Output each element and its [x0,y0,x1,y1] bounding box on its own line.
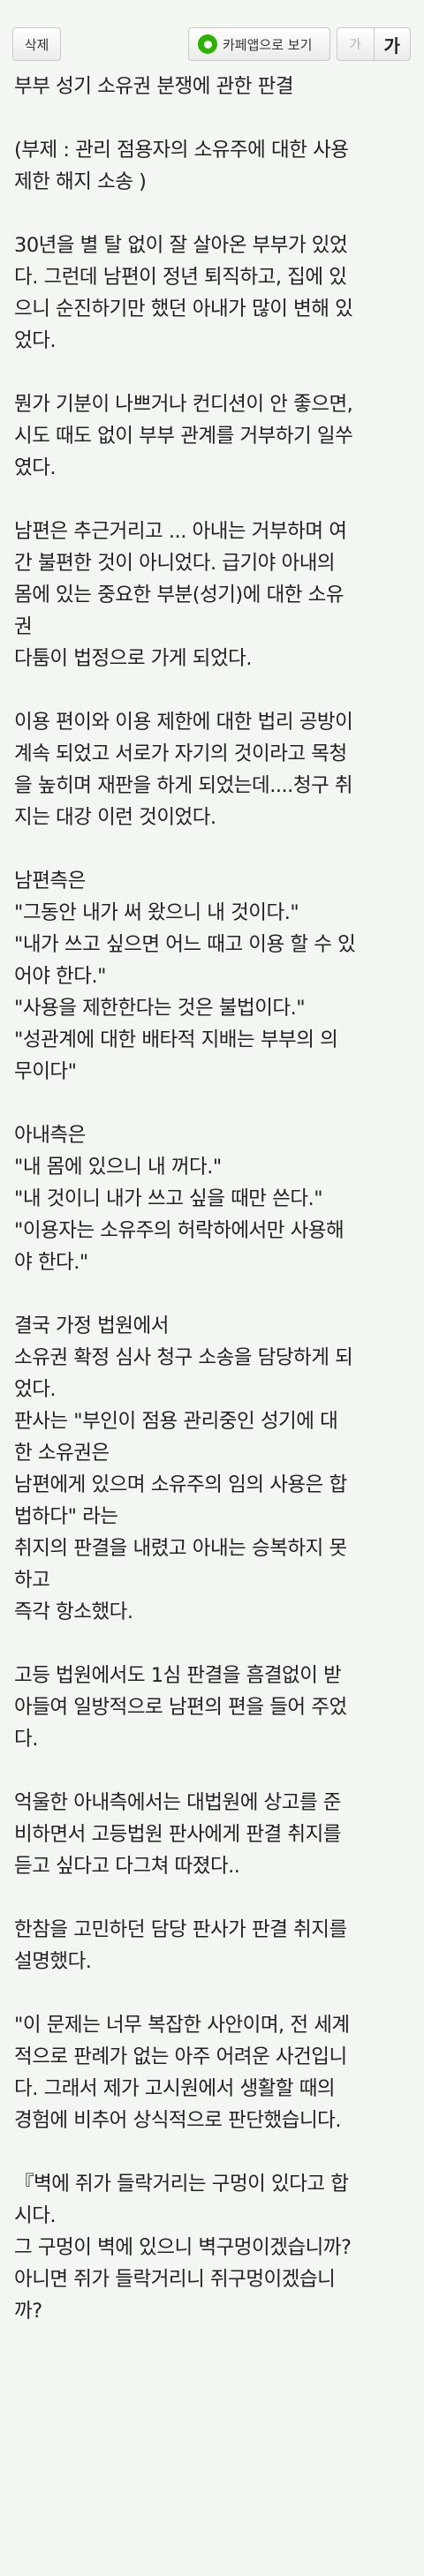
article-text-line: "사용을 제한한다는 것은 불법이다." [14,997,306,1020]
article-text-line: 한 소유권은 [14,1442,110,1465]
article-text-line: 『벽에 쥐가 들락거리는 구멍이 있다고 합 [14,2173,349,2196]
article-text-line: 남편은 추근거리고 ... 아내는 거부하며 여 [14,520,347,543]
font-size-small-label: 가 [349,38,361,52]
article-text-line: 계속 되었고 서로가 자기의 것이라고 목청 [14,742,347,765]
article-text-line: 듣고 싶다고 다그쳐 따졌다.. [14,1855,240,1878]
article-text-line: 뭔가 기분이 나쁘거나 컨디션이 안 좋으면, [14,393,353,416]
article-text-line: "이 문제는 너무 복잡한 사안이며, 전 세계 [14,2014,350,2037]
article-text-line: 비하면서 고등법원 판사에게 판결 취지를 [14,1823,342,1846]
article-text-line: 설명했다. [14,1950,92,1973]
article-text-line: 지는 대강 이런 것이었다. [14,806,216,829]
article-text-line: (부제 : 관리 점용자의 소유주에 대한 사용 [14,139,349,162]
delete-button[interactable]: 삭제 [12,27,61,61]
article-text-line: 제한 해지 소송 ) [14,170,147,193]
font-size-large-button[interactable]: 가 [375,28,411,60]
view-in-cafe-app-button[interactable]: 카페앱으로 보기 [188,27,330,61]
article-text-line: "내 몸에 있으니 내 꺼다." [14,1156,222,1179]
article-text-line: 남편에게 있으며 소유주의 임의 사용은 합 [14,1473,347,1496]
article-text-line: 어야 한다." [14,965,106,988]
article-text-line: 몸에 있는 중요한 부분(성기)에 대한 소유 [14,584,344,606]
article-text-line: 법하다" 라는 [14,1505,118,1528]
font-size-toggle: 가 가 [337,27,411,61]
article-text-line: 그 구멍이 벽에 있으니 벽구멍이겠습니까? [14,2236,352,2259]
article-text-line: 권 [14,615,33,638]
article-text-line: "성관계에 대한 배타적 지배는 부부의 의 [14,1028,338,1051]
article-text-line: 무이다" [14,1060,77,1083]
article-text-line: 경험에 비추어 상식적으로 판단했습니다. [14,2109,342,2132]
article-text-line: 결국 가정 법원에서 [14,1314,169,1337]
article-text-line: 였다. [14,456,57,479]
article-text-line: 소유권 확정 심사 청구 소송을 담당하게 되 [14,1346,353,1369]
font-size-large-label: 가 [383,34,400,56]
article-text-line: 남편측은 [14,870,86,893]
article-text-line: 고등 법원에서도 1심 판결을 흠결없이 받 [14,1664,342,1687]
article-text-line: 다툼이 법정으로 가게 되었다. [14,647,253,670]
article-text-line: 취지의 판결을 내렸고 아내는 승복하지 못 [14,1537,347,1560]
article-text-line: 이용 편이와 이용 제한에 대한 법리 공방이 [14,711,353,734]
article-text-line: 었다. [14,1378,57,1401]
article-text-line: 까? [14,2300,42,2323]
article-text-line: 적으로 판례가 없는 아주 어려운 사건입니 [14,2045,347,2068]
font-size-small-button[interactable]: 가 [337,28,375,60]
article-text-line: 억울한 아내측에서는 대법원에 상고를 준 [14,1791,342,1814]
article-text-line: 다. [14,1728,38,1751]
article-text-line: 야 한다." [14,1251,88,1274]
article-text-line: "내 것이니 내가 쓰고 싶을 때만 쓴다." [14,1187,323,1210]
article-text-line: 시도 때도 없이 부부 관계를 거부하기 일쑤 [14,425,353,448]
article-text-line: 아들여 일방적으로 남편의 편을 들어 주었 [14,1696,347,1719]
article-text-line: 으니 순진하기만 했던 아내가 많이 변해 있 [14,298,353,320]
article-text-line: 하고 [14,1569,50,1592]
article-text-line: 한참을 고민하던 담당 판사가 판결 취지를 [14,1918,347,1941]
article-text-line: 시다. [14,2204,57,2227]
article-text-line: 간 불편한 것이 아니었다. 급기야 아내의 [14,552,336,575]
article-text-line: 판사는 "부인이 점용 관리중인 성기에 대 [14,1410,338,1433]
article-text-line: 아내측은 [14,1124,86,1147]
article-body: 부부 성기 소유권 분쟁에 관한 판결 (부제 : 관리 점용자의 소유주에 대한… [14,71,410,2327]
article-text-line: 다. 그래서 제가 고시원에서 생활할 때의 [14,2077,336,2100]
cafe-app-button-label: 카페앱으로 보기 [223,36,313,53]
article-text-line: 었다. [14,329,57,352]
article-text-line: 아니면 쥐가 들락거리니 쥐구멍이겠습니 [14,2268,336,2291]
article-text-line: "내가 쓰고 싶으면 어느 때고 이용 할 수 있 [14,933,356,956]
article-text-line: 다. 그런데 남편이 정년 퇴직하고, 집에 있 [14,266,347,289]
article-text-line: "그동안 내가 써 왔으니 내 것이다." [14,901,299,924]
cafe-app-icon [198,34,217,54]
article-text-line: 즉각 항소했다. [14,1601,133,1623]
article-text-line: "이용자는 소유주의 허락하에서만 사용해 [14,1219,344,1242]
article-text-line: 30년을 별 탈 없이 잘 살아온 부부가 있었 [14,234,348,257]
delete-button-label: 삭제 [24,36,49,53]
article-title: 부부 성기 소유권 분쟁에 관한 판결 [14,75,294,98]
article-text-line: 을 높히며 재판을 하게 되었는데....청구 취 [14,774,353,797]
